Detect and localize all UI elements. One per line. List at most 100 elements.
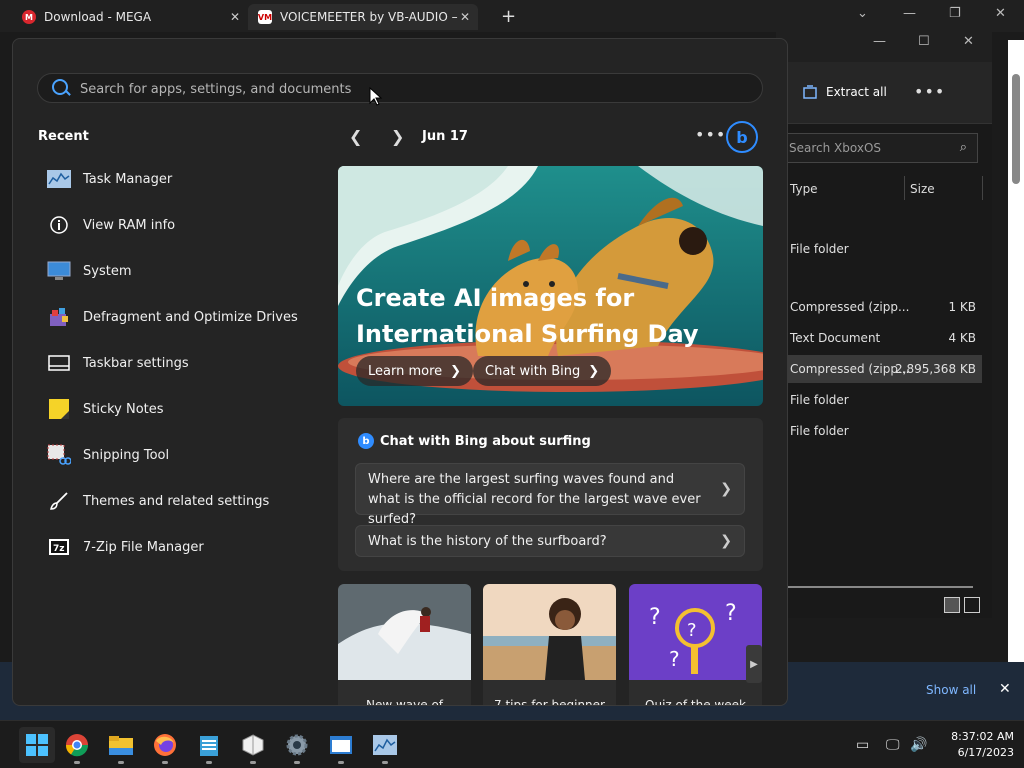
defrag-icon [47, 306, 71, 328]
table-row[interactable]: Compressed (zipp... 2,895,368 KB [782, 355, 982, 383]
column-header-size[interactable]: Size [910, 182, 935, 196]
svg-text:?: ? [687, 620, 697, 641]
recent-title: Recent [38, 129, 89, 144]
network-icon[interactable]: 🖵 [886, 737, 900, 753]
table-row[interactable]: Compressed (zipp... 1 KB [782, 293, 982, 321]
recent-item-system[interactable]: System [47, 257, 131, 285]
task-manager-icon[interactable] [371, 731, 399, 759]
recent-item-view-ram-info[interactable]: View RAM info [47, 211, 175, 239]
recent-item-snipping-tool[interactable]: Snipping Tool [47, 441, 169, 469]
tab-title: VOICEMEETER by VB-AUDIO – Tl [280, 10, 460, 24]
keyboard-icon[interactable]: ▭ [856, 737, 869, 753]
table-row[interactable]: File folder [782, 235, 982, 263]
task-manager-icon [47, 168, 71, 190]
clock-time: 8:37:02 AM [951, 730, 1014, 743]
new-tab-button[interactable]: + [501, 6, 516, 27]
highlight-date: Jun 17 [422, 129, 468, 144]
recent-item-defragment[interactable]: Defragment and Optimize Drives [47, 303, 298, 331]
file-explorer-icon[interactable] [107, 731, 135, 759]
hero-banner[interactable]: Create AI images for International Surfi… [338, 166, 763, 406]
brush-icon [47, 490, 71, 512]
chevron-right-icon: ❯ [588, 363, 600, 379]
tab-title: Download - MEGA [44, 10, 152, 24]
news-caption: Quiz of the week [645, 698, 746, 706]
recent-item-task-manager[interactable]: Task Manager [47, 165, 172, 193]
explorer-search-input[interactable]: Search XboxOS ⌕ [782, 133, 978, 163]
tiles-view-icon[interactable] [964, 597, 980, 613]
svg-text:7z: 7z [53, 544, 65, 554]
chevron-down-icon[interactable]: ⌄ [857, 6, 868, 21]
recent-item-taskbar-settings[interactable]: Taskbar settings [47, 349, 189, 377]
view-toggle [944, 597, 980, 613]
chat-with-bing-button[interactable]: Chat with Bing ❯ [473, 356, 612, 386]
mega-icon: M [22, 10, 36, 24]
details-view-icon[interactable] [944, 597, 960, 613]
volume-icon[interactable]: 🔊 [910, 737, 927, 753]
table-row[interactable]: File folder [782, 386, 982, 414]
maximize-icon[interactable]: ☐ [918, 34, 930, 49]
show-all-link[interactable]: Show all [926, 683, 976, 697]
chrome-icon[interactable] [63, 731, 91, 759]
settings-gear-icon[interactable] [283, 731, 311, 759]
close-window-icon[interactable]: ✕ [963, 34, 974, 49]
explorer-column-headers: Type Size [782, 176, 983, 202]
browser-tab-mega[interactable]: M Download - MEGA ✕ [22, 4, 240, 30]
hero-title: Create AI images for International Surfi… [356, 284, 699, 348]
close-window-icon[interactable]: ✕ [995, 6, 1006, 21]
news-card[interactable]: ? ? ? ? Quiz of the week [629, 584, 762, 706]
news-thumbnail: ? ? ? ? [629, 584, 762, 680]
suggested-question[interactable]: What is the history of the surfboard? ❯ [355, 525, 745, 557]
running-indicator [382, 761, 388, 764]
chevron-right-icon: ❯ [720, 533, 732, 549]
table-row[interactable]: Text Document 4 KB [782, 324, 982, 352]
browser-tab-voicemeeter[interactable]: VM VOICEMEETER by VB-AUDIO – Tl ✕ [248, 4, 478, 30]
sticky-notes-icon [47, 398, 71, 420]
next-day-button[interactable]: ❯ [391, 127, 404, 146]
suggested-question[interactable]: Where are the largest surfing waves foun… [355, 463, 745, 527]
close-tab-icon[interactable]: ✕ [230, 10, 240, 24]
recent-item-7zip[interactable]: 7z 7-Zip File Manager [47, 533, 204, 561]
svg-text:?: ? [725, 601, 737, 626]
news-card[interactable]: New wave of [338, 584, 471, 705]
horizontal-scrollbar[interactable] [788, 586, 973, 588]
learn-more-button[interactable]: Learn more ❯ [356, 356, 474, 386]
news-card[interactable]: 7 tips for beginner [483, 584, 616, 706]
news-caption: 7 tips for beginner [494, 698, 605, 706]
extract-all-button[interactable]: Extract all [802, 84, 887, 100]
running-indicator [74, 761, 80, 764]
voicemeeter-icon: VM [258, 10, 272, 24]
clock-date: 6/17/2023 [957, 746, 1014, 759]
close-tab-icon[interactable]: ✕ [460, 10, 470, 24]
close-icon[interactable]: ✕ [999, 681, 1011, 697]
vertical-scrollbar[interactable] [1008, 40, 1024, 664]
recent-item-sticky-notes[interactable]: Sticky Notes [47, 395, 164, 423]
notepad-icon[interactable] [195, 731, 223, 759]
system-clock[interactable]: 8:37:02 AM 6/17/2023 [942, 729, 1014, 761]
column-header-type[interactable]: Type [790, 182, 818, 196]
search-bar [37, 73, 763, 103]
column-divider [982, 176, 983, 200]
next-news-button[interactable]: ▶ [746, 645, 762, 683]
minimize-icon[interactable]: — [873, 34, 886, 49]
more-options-icon[interactable]: ••• [695, 125, 726, 144]
recent-item-themes[interactable]: Themes and related settings [47, 487, 269, 515]
extract-icon [803, 85, 817, 99]
7zip-icon: 7z [47, 536, 71, 558]
table-row[interactable]: File folder [782, 417, 982, 445]
package-icon[interactable] [239, 731, 267, 759]
scrollbar-thumb[interactable] [1012, 74, 1020, 184]
previous-day-button[interactable]: ❮ [349, 127, 362, 146]
windows-icon [26, 734, 48, 756]
start-button[interactable] [19, 727, 55, 763]
firefox-icon[interactable] [151, 731, 179, 759]
snipping-tool-icon [47, 444, 71, 466]
bing-icon[interactable]: b [726, 121, 758, 153]
taskbar: ▭ 🖵 🔊 8:37:02 AM 6/17/2023 [0, 720, 1024, 768]
svg-text:?: ? [649, 605, 661, 630]
more-options-icon[interactable]: ••• [914, 82, 945, 101]
restore-icon[interactable]: ❐ [949, 6, 961, 21]
running-indicator [206, 761, 212, 764]
news-thumbnail [483, 584, 616, 680]
app-window-icon[interactable] [327, 731, 355, 759]
minimize-icon[interactable]: — [903, 6, 916, 21]
